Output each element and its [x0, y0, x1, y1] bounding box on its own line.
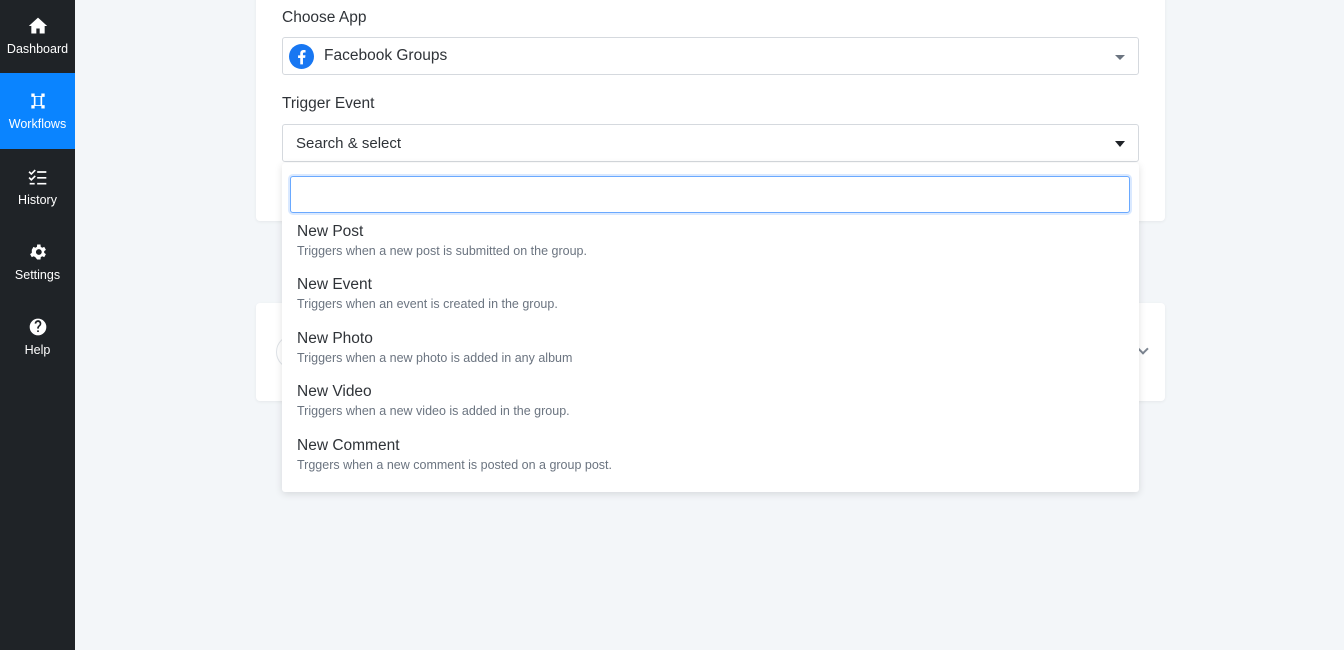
- chevron-down-icon[interactable]: [1137, 343, 1149, 355]
- caret-down-icon: [1115, 141, 1125, 147]
- option-new-comment[interactable]: New Comment Trggers when a new comment i…: [282, 437, 1139, 489]
- option-new-post[interactable]: New Post Triggers when a new post is sub…: [282, 223, 1139, 275]
- option-title: New Comment: [297, 437, 400, 454]
- trigger-event-select[interactable]: Search & select: [282, 124, 1139, 162]
- option-description: Triggers when a new post is submitted on…: [297, 244, 587, 258]
- option-description: Trggers when a new comment is posted on …: [297, 458, 612, 472]
- option-title: New Post: [297, 223, 364, 240]
- sidebar-item-label: Help: [24, 343, 51, 357]
- dropdown-search-input[interactable]: [290, 176, 1130, 213]
- option-new-event[interactable]: New Event Triggers when an event is crea…: [282, 276, 1139, 328]
- option-new-video[interactable]: New Video Triggers when a new video is a…: [282, 383, 1139, 435]
- option-description: Triggers when a new photo is added in an…: [297, 351, 573, 365]
- trigger-placeholder: Search & select: [296, 134, 402, 152]
- sidebar-item-history[interactable]: History: [0, 149, 75, 225]
- option-title: New Video: [297, 383, 372, 400]
- selected-app-value: Facebook Groups: [324, 47, 448, 64]
- choose-app-label: Choose App: [282, 9, 367, 26]
- workflow-icon: [30, 93, 45, 109]
- trigger-event-dropdown: New Post Triggers when a new post is sub…: [282, 163, 1139, 492]
- sidebar-item-settings[interactable]: Settings: [0, 224, 75, 300]
- sidebar-item-label: Settings: [14, 268, 61, 282]
- sidebar-item-workflows[interactable]: Workflows: [0, 73, 75, 149]
- trigger-event-label: Trigger Event: [282, 95, 375, 112]
- sidebar-item-help[interactable]: Help: [0, 299, 75, 375]
- option-title: New Photo: [297, 330, 373, 347]
- gear-icon: [29, 244, 46, 260]
- home-icon: [28, 17, 47, 34]
- choose-app-select[interactable]: Facebook Groups: [282, 37, 1139, 75]
- sidebar-item-dashboard[interactable]: Dashboard: [0, 0, 75, 74]
- option-title: New Event: [297, 276, 372, 293]
- facebook-icon: [289, 43, 314, 69]
- sidebar-item-label: Workflows: [8, 117, 67, 131]
- sidebar-item-label: Dashboard: [6, 42, 69, 56]
- caret-down-icon: [1115, 55, 1125, 60]
- sidebar: Dashboard Workflows History Settings Hel…: [0, 0, 75, 650]
- sidebar-item-label: History: [18, 193, 57, 207]
- checklist-icon: [28, 169, 46, 185]
- option-description: Triggers when a new video is added in th…: [297, 404, 570, 418]
- option-description: Triggers when an event is created in the…: [297, 297, 558, 311]
- option-new-photo[interactable]: New Photo Triggers when a new photo is a…: [282, 330, 1139, 382]
- question-icon: [29, 318, 46, 336]
